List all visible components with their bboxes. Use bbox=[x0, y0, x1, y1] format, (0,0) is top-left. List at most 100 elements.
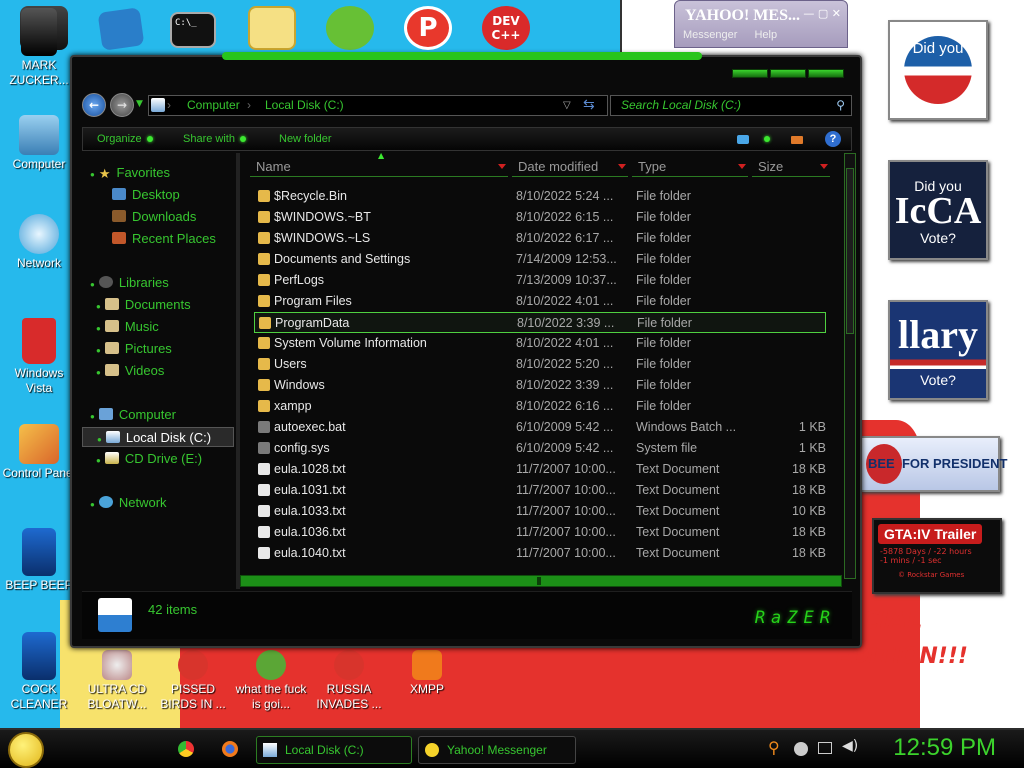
nav-favorites[interactable]: ● ★ Favorites bbox=[90, 163, 170, 183]
desktop-icon-network[interactable]: Network bbox=[2, 214, 76, 271]
column-dropdown-icon[interactable] bbox=[738, 164, 746, 169]
file-row[interactable]: PerfLogs 7/13/2009 10:37... File folder bbox=[254, 270, 826, 291]
file-row[interactable]: eula.1036.txt 11/7/2007 10:00... Text Docu… bbox=[254, 522, 826, 543]
cmd-icon[interactable]: C:\_ bbox=[170, 12, 216, 48]
desktop-icon-mark-zucker[interactable]: MARK ZUCKER... bbox=[2, 8, 76, 88]
file-row[interactable]: System Volume Information 8/10/2022 4:01 … bbox=[254, 333, 826, 354]
search-icon[interactable]: ⚲ bbox=[836, 96, 845, 115]
column-header-name[interactable]: Name bbox=[250, 157, 508, 177]
organize-button[interactable]: Organize bbox=[97, 128, 153, 150]
file-row[interactable]: Users 8/10/2022 5:20 ... File folder bbox=[254, 354, 826, 375]
mccain-gadget[interactable]: Did you IcCA Vote? bbox=[888, 160, 988, 260]
refresh-icon[interactable]: ⇆ bbox=[583, 95, 595, 114]
breadcrumb-local-disk[interactable]: Local Disk (C:) bbox=[265, 96, 344, 115]
nav-pictures[interactable]: ● Pictures bbox=[96, 339, 172, 359]
help-icon[interactable]: ? bbox=[825, 131, 841, 147]
nav-computer[interactable]: ● Computer bbox=[90, 405, 176, 425]
preview-pane-icon[interactable] bbox=[791, 136, 803, 144]
desktop-icon-control-panel[interactable]: Control Panel bbox=[2, 424, 76, 481]
file-row[interactable]: $Recycle.Bin 8/10/2022 5:24 ... File folde… bbox=[254, 186, 826, 207]
obama-gadget[interactable]: Did you bbox=[888, 20, 988, 120]
p-app-icon[interactable]: P bbox=[404, 6, 452, 50]
yahoo-messenger-window[interactable]: YAHOO! MES... Messenger Help — ▢ ✕ bbox=[674, 0, 848, 48]
network-tray-icon[interactable] bbox=[818, 742, 832, 754]
explorer-window[interactable]: ← → ▼ › Computer › Local Disk (C:) ▽ ⇆ S… bbox=[70, 52, 862, 648]
scrollbar-grip[interactable] bbox=[537, 577, 541, 585]
desktop-icon-what-the[interactable]: what the fuck is goi... bbox=[234, 650, 308, 712]
huckabee-gadget[interactable]: BEE FOR PRESIDENT bbox=[860, 436, 1007, 492]
desktop-icon-pissed-birds[interactable]: PISSED BIRDS IN ... bbox=[156, 650, 230, 712]
firefox-icon[interactable] bbox=[222, 741, 238, 757]
file-row[interactable]: Windows 8/10/2022 3:39 ... File folder bbox=[254, 375, 826, 396]
dev-cpp-icon[interactable]: DEV C++ bbox=[482, 6, 530, 50]
close-button[interactable] bbox=[808, 69, 844, 78]
vertical-scrollbar[interactable] bbox=[844, 153, 856, 579]
recent-pages-dropdown-icon[interactable]: ▼ bbox=[136, 99, 143, 109]
nav-downloads[interactable]: Downloads bbox=[112, 207, 196, 227]
file-row[interactable]: eula.1033.txt 11/7/2007 10:00... Text Docu… bbox=[254, 501, 826, 522]
file-row[interactable]: $WINDOWS.~BT 8/10/2022 6:15 ... File folde… bbox=[254, 207, 826, 228]
hillary-gadget[interactable]: llary Vote? bbox=[888, 300, 988, 400]
file-row[interactable]: ProgramData 8/10/2022 3:39 ... File folder bbox=[254, 312, 826, 333]
column-dropdown-icon[interactable] bbox=[618, 164, 626, 169]
start-button-smiley-icon[interactable] bbox=[8, 732, 44, 768]
taskbar-button-local-disk[interactable]: Local Disk (C:) bbox=[256, 736, 412, 764]
nav-cd-drive[interactable]: ● CD Drive (E:) bbox=[96, 449, 202, 469]
desktop-icon-windows-vista[interactable]: Windows Vista bbox=[2, 318, 76, 396]
angry-birds-pig-icon[interactable] bbox=[326, 6, 374, 50]
breadcrumb-computer[interactable]: Computer bbox=[187, 96, 240, 115]
desktop-icon-beep-beep[interactable]: BEEP BEEP bbox=[2, 528, 76, 593]
maximize-button[interactable] bbox=[770, 69, 806, 78]
desktop-icon-ultra-cd[interactable]: ULTRA CD BLOATW... bbox=[80, 650, 154, 712]
search-input[interactable]: Search Local Disk (C:) ⚲ bbox=[610, 95, 852, 116]
forward-button[interactable]: → bbox=[110, 93, 134, 117]
desktop-icon-russia-invades[interactable]: RUSSIA INVADES ... bbox=[312, 650, 386, 712]
nav-videos[interactable]: ● Videos bbox=[96, 361, 164, 381]
nav-music[interactable]: ● Music bbox=[96, 317, 159, 337]
column-dropdown-icon[interactable] bbox=[820, 164, 828, 169]
yahoo-window-controls[interactable]: — ▢ ✕ bbox=[803, 7, 841, 20]
file-row[interactable]: eula.1040.txt 11/7/2007 10:00... Text Docu… bbox=[254, 543, 826, 564]
yahoo-menu-help[interactable]: Help bbox=[754, 29, 777, 41]
column-header-date[interactable]: Date modified bbox=[512, 157, 628, 177]
back-button[interactable]: ← bbox=[82, 93, 106, 117]
nav-recent-places[interactable]: Recent Places bbox=[112, 229, 216, 249]
folder-icon[interactable] bbox=[248, 6, 296, 50]
window-controls[interactable] bbox=[732, 69, 844, 78]
nav-documents[interactable]: ● Documents bbox=[96, 295, 191, 315]
column-dropdown-icon[interactable] bbox=[498, 164, 506, 169]
nav-network[interactable]: ● Network bbox=[90, 493, 167, 513]
horizontal-scrollbar[interactable] bbox=[240, 575, 842, 587]
file-row[interactable]: autoexec.bat 6/10/2009 5:42 ... Windows Ba… bbox=[254, 417, 826, 438]
desktop-icon-computer[interactable]: Computer bbox=[2, 115, 76, 172]
view-options-icon[interactable] bbox=[737, 135, 749, 144]
file-row[interactable]: Program Files 8/10/2022 4:01 ... File fold… bbox=[254, 291, 826, 312]
gta-countdown-gadget[interactable]: GTA:IV Trailer -5878 Days / -22 hours -1… bbox=[872, 518, 1002, 594]
desktop-icon-xmpp[interactable]: XMPP bbox=[390, 650, 464, 697]
file-row[interactable]: $WINDOWS.~LS 8/10/2022 6:17 ... File folde… bbox=[254, 228, 826, 249]
address-bar[interactable]: › Computer › Local Disk (C:) ▽ ⇆ bbox=[148, 95, 608, 116]
share-with-button[interactable]: Share with bbox=[183, 128, 246, 150]
volume-icon[interactable]: ◀) bbox=[842, 738, 858, 754]
file-row[interactable]: eula.1031.txt 11/7/2007 10:00... Text Docu… bbox=[254, 480, 826, 501]
scrollbar-thumb[interactable] bbox=[846, 168, 854, 334]
nav-local-disk[interactable]: ● Local Disk (C:) bbox=[82, 427, 234, 447]
new-folder-button[interactable]: New folder bbox=[279, 128, 332, 150]
notepad-icon[interactable] bbox=[97, 7, 145, 51]
yahoo-menu[interactable]: Messenger Help bbox=[683, 29, 777, 41]
chrome-icon[interactable] bbox=[178, 741, 194, 757]
minimize-button[interactable] bbox=[732, 69, 768, 78]
file-row[interactable]: config.sys 6/10/2009 5:42 ... System file 1… bbox=[254, 438, 826, 459]
search-tray-icon[interactable]: ⚲ bbox=[768, 738, 780, 757]
nav-desktop[interactable]: Desktop bbox=[112, 185, 180, 205]
file-row[interactable]: eula.1028.txt 11/7/2007 10:00... Text Docu… bbox=[254, 459, 826, 480]
status-tray-icon[interactable] bbox=[794, 742, 808, 756]
yahoo-menu-messenger[interactable]: Messenger bbox=[683, 29, 737, 41]
desktop-icon-cock-cleaner[interactable]: COCK CLEANER bbox=[2, 632, 76, 712]
clock[interactable]: 12:59 PM bbox=[893, 734, 996, 762]
column-header-size[interactable]: Size bbox=[752, 157, 830, 177]
column-header-type[interactable]: Type bbox=[632, 157, 748, 177]
taskbar-button-yahoo[interactable]: Yahoo! Messenger bbox=[418, 736, 576, 764]
file-row[interactable]: xampp 8/10/2022 6:16 ... File folder bbox=[254, 396, 826, 417]
nav-libraries[interactable]: ● Libraries bbox=[90, 273, 169, 293]
